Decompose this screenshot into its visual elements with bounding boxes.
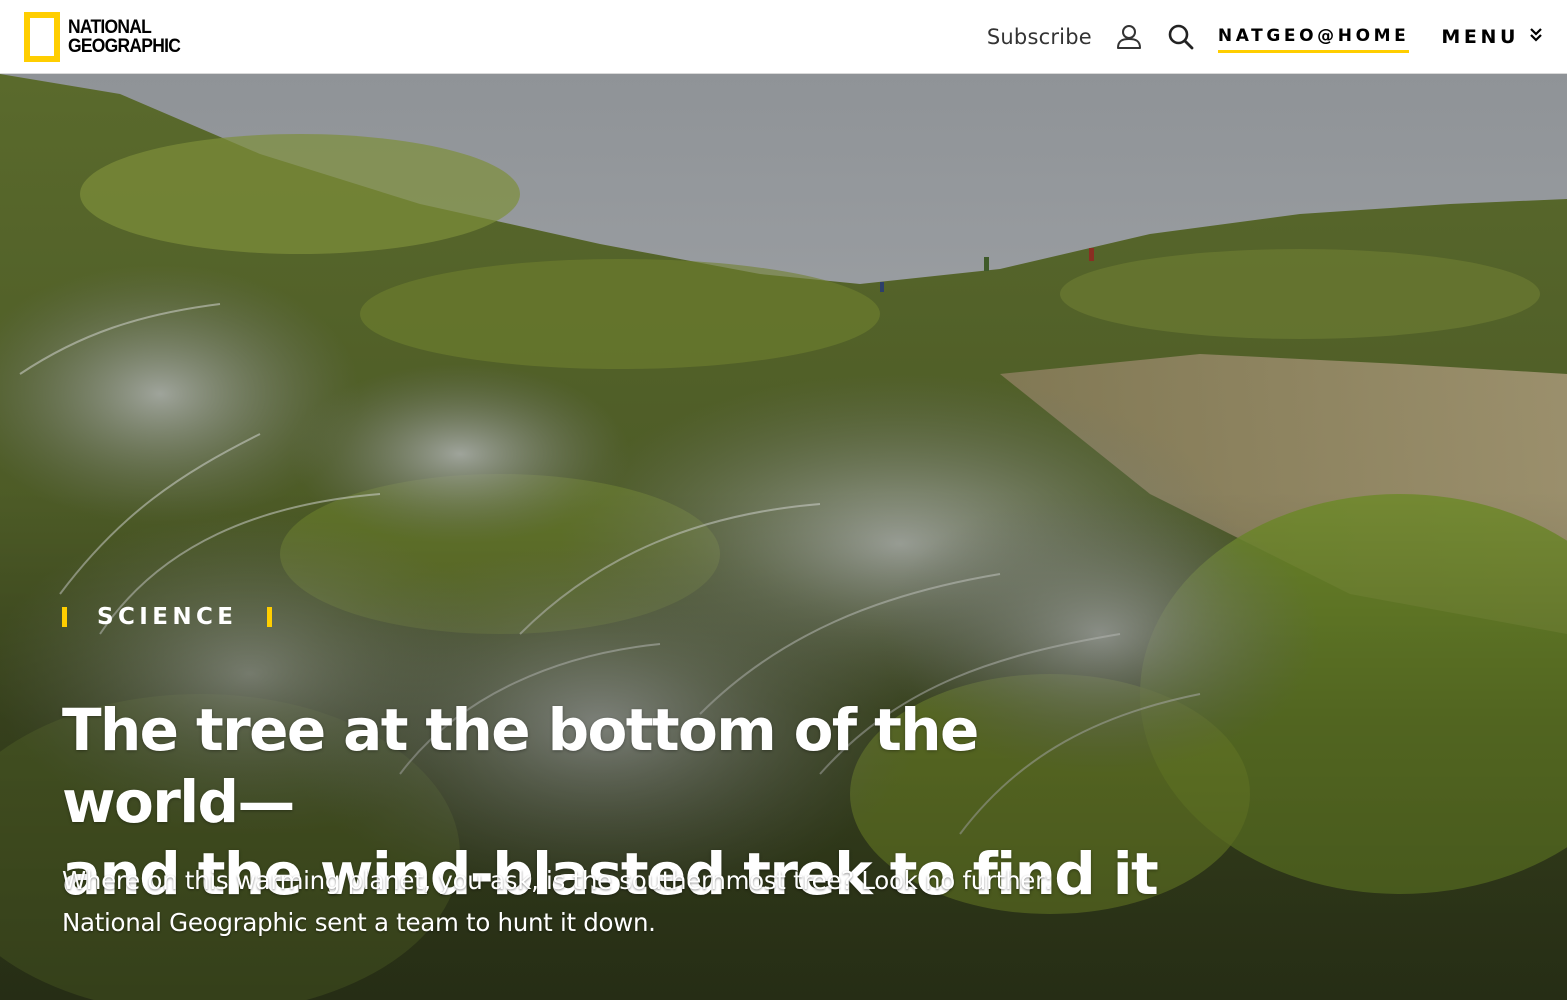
dek-line-1: Where on this warming planet, you ask, i… [62, 866, 1053, 895]
logo-yellow-frame-icon [24, 11, 60, 62]
article-dek: Where on this warming planet, you ask, i… [62, 860, 1172, 944]
chevron-double-down-icon [1529, 26, 1543, 48]
user-icon[interactable] [1114, 22, 1144, 52]
dek-line-2: National Geographic sent a team to hunt … [62, 908, 656, 937]
search-icon[interactable] [1166, 22, 1196, 52]
natgeo-logo[interactable]: NATIONAL GEOGRAPHIC [24, 11, 190, 62]
site-header: NATIONAL GEOGRAPHIC Subscribe NATGEO@HOM… [0, 0, 1567, 74]
subscribe-link[interactable]: Subscribe [987, 25, 1092, 49]
kicker-bar-right [267, 607, 273, 627]
logo-wordmark: NATIONAL GEOGRAPHIC [68, 16, 181, 57]
logo-line-2: GEOGRAPHIC [68, 35, 181, 57]
menu-button[interactable]: MENU [1441, 26, 1543, 48]
kicker-label: SCIENCE [97, 604, 238, 630]
headline-line-1: The tree at the bottom of the world— [62, 696, 979, 836]
natgeo-at-home-link[interactable]: NATGEO@HOME [1217, 26, 1410, 53]
logo-line-1: NATIONAL [68, 16, 152, 38]
menu-label: MENU [1441, 25, 1519, 48]
section-kicker[interactable]: SCIENCE [62, 604, 273, 630]
hero-section: SCIENCE The tree at the bottom of the wo… [0, 74, 1567, 1000]
header-nav: Subscribe NATGEO@HOME MENU [987, 20, 1543, 53]
